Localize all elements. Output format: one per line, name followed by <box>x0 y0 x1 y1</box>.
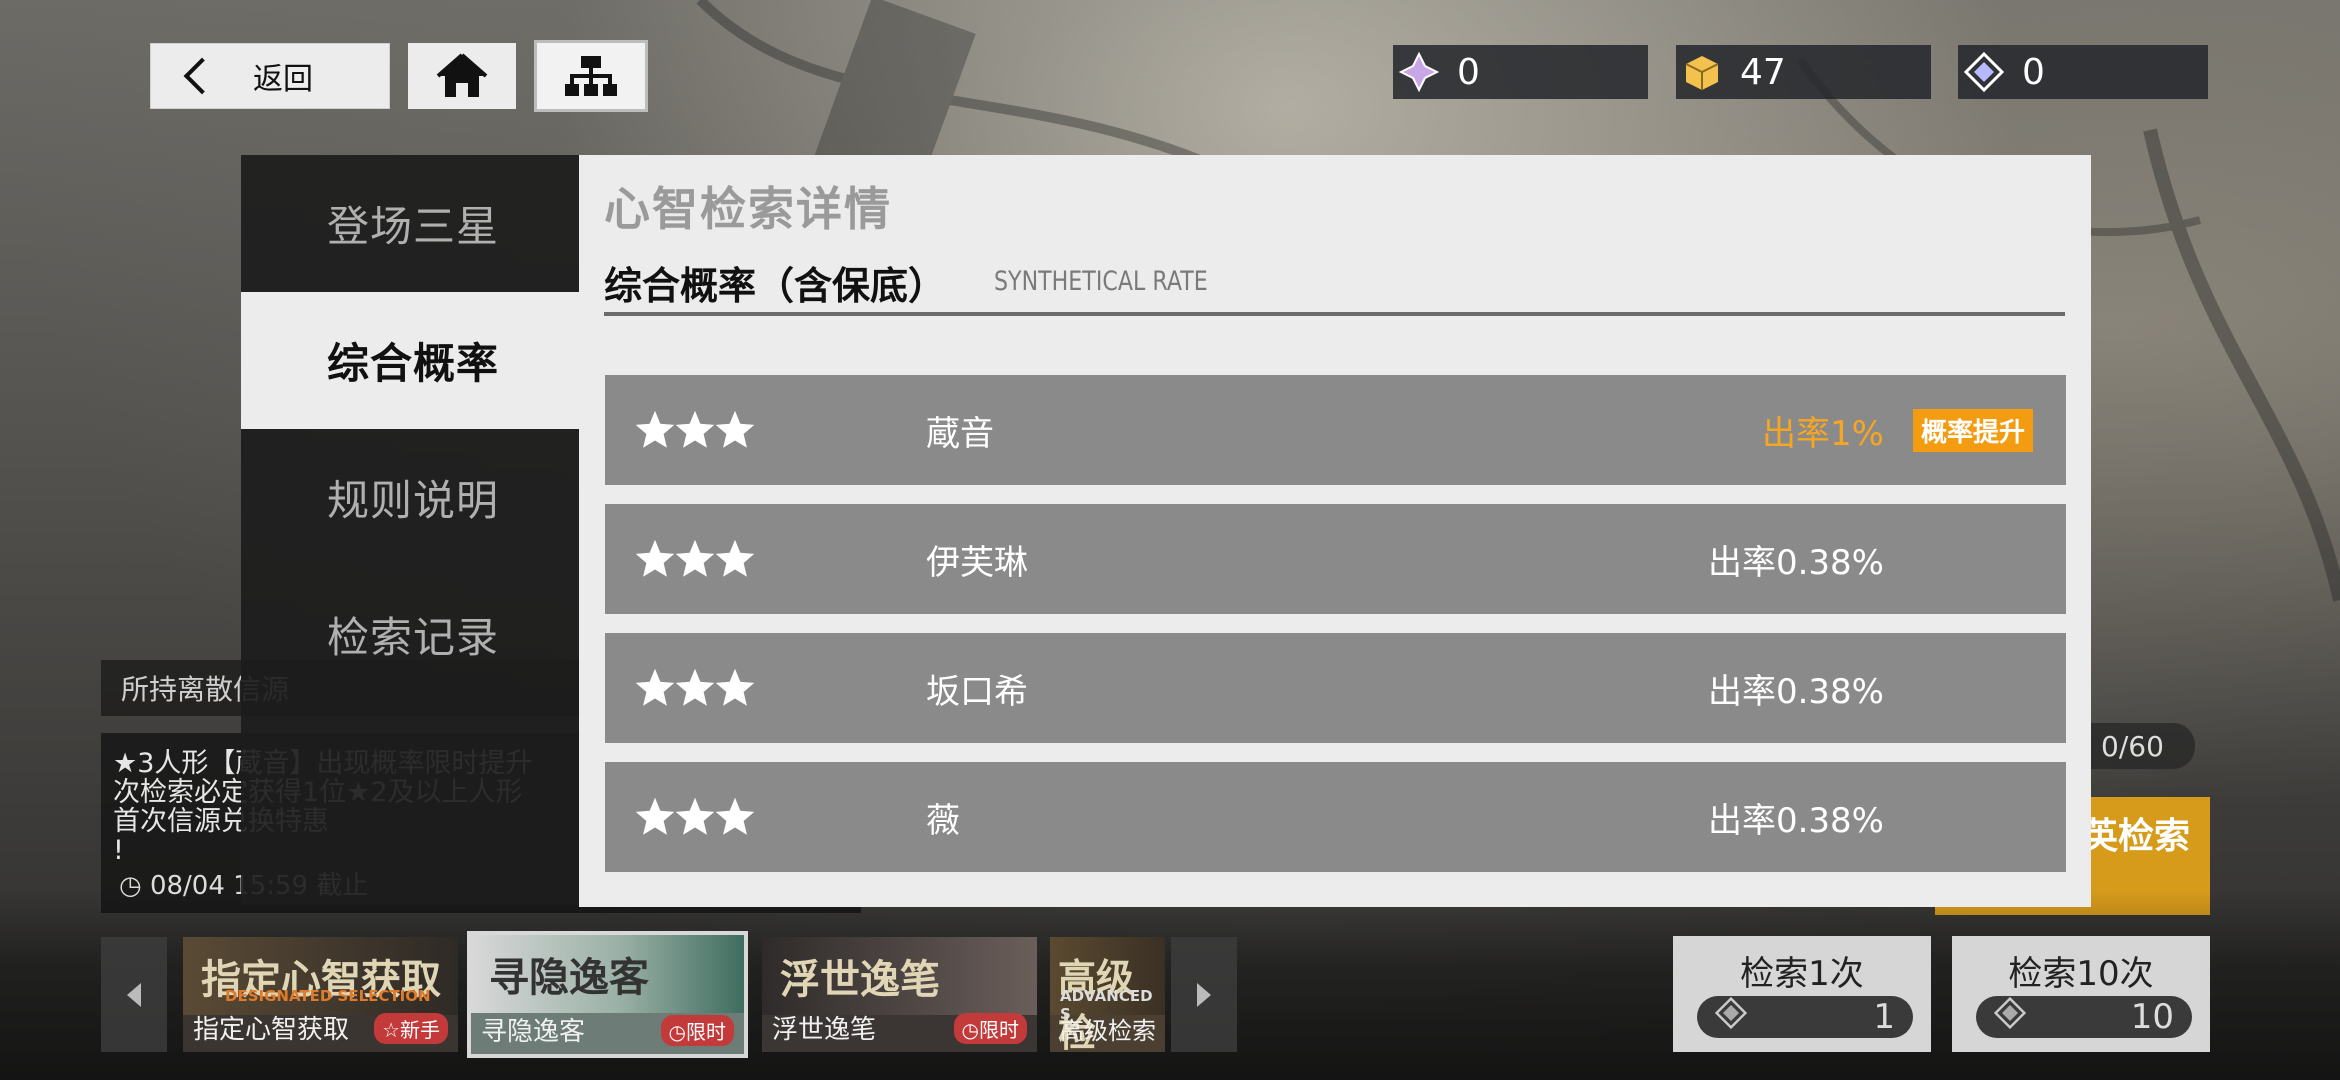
banner-title: 浮世逸笔 <box>780 956 940 1003</box>
banner-label: 寻隐逸客 <box>481 1017 586 1047</box>
rate-value: 出率0.38% <box>1707 800 1884 841</box>
rate-value: 出率0.38% <box>1707 542 1884 583</box>
star-icon <box>635 410 675 448</box>
diamond-token-icon <box>1993 996 2027 1038</box>
banner-label: 高级检索 <box>1060 1017 1156 1045</box>
pull-once-button[interactable]: 检索1次 1 <box>1673 936 1931 1052</box>
home-icon <box>436 53 488 97</box>
resource-crystal: 0 <box>1393 45 1648 99</box>
star-icon <box>675 410 715 448</box>
rate-row: 薇 出率0.38% <box>605 762 2066 872</box>
nav-item-rules[interactable]: 规则说明 <box>241 429 579 566</box>
banner-advanced[interactable]: 高级检 ADVANCED S 高级检索 <box>1050 937 1165 1052</box>
supply-box-icon <box>1682 52 1722 92</box>
rate-detail-panel: 心智检索详情 综合概率（含保底） SYNTHETICAL RATE 蔵音 出率1… <box>579 155 2091 907</box>
banner-prev-button[interactable] <box>101 937 167 1052</box>
star-icon <box>635 539 675 577</box>
banner-label: 指定心智获取 <box>193 1015 350 1045</box>
banner-title: 寻隐逸客 <box>489 954 649 1001</box>
panel-subtitle: 综合概率（含保底） <box>604 264 947 308</box>
banner-designated[interactable]: 指定心智获取 DESIGNATED SELECTION 指定心智获取 ☆新手 <box>183 937 458 1052</box>
panel-title: 心智检索详情 <box>604 182 892 236</box>
nav-item-label: 登场三星 <box>327 202 500 251</box>
arrow-left-icon <box>127 982 141 1007</box>
nav-item-featured[interactable]: 登场三星 <box>241 155 579 292</box>
rate-row: 蔵音 出率1% 概率提升 <box>605 375 2066 485</box>
banner-next-button[interactable] <box>1171 937 1237 1052</box>
star-icon <box>635 668 675 706</box>
banner-fushi[interactable]: 浮世逸笔 浮世逸笔 ◷限时 <box>762 937 1037 1052</box>
hierarchy-button[interactable] <box>534 40 648 112</box>
banner-tag: ◷限时 <box>953 1013 1027 1044</box>
supply-value: 47 <box>1740 51 1786 93</box>
pull-once-label: 检索1次 <box>1740 954 1864 994</box>
rate-row: 坂口希 出率0.38% <box>605 633 2066 743</box>
pull-once-cost: 1 <box>1697 996 1913 1038</box>
nav-item-label: 规则说明 <box>327 476 500 525</box>
chevron-left-icon <box>183 57 221 95</box>
rate-value: 出率0.38% <box>1707 671 1884 712</box>
rate-up-badge: 概率提升 <box>1912 408 2033 452</box>
back-label: 返回 <box>253 62 313 97</box>
banner-title-en: DESIGNATED SELECTION <box>225 987 431 1005</box>
banner-tag: ◷限时 <box>660 1015 734 1046</box>
side-nav: 登场三星 综合概率 规则说明 检索记录 <box>241 155 579 905</box>
star-icon <box>675 539 715 577</box>
star-icon <box>635 797 675 835</box>
resource-token: 0 <box>1958 45 2208 99</box>
star-icon <box>715 410 755 448</box>
pull-ten-button[interactable]: 检索10次 10 <box>1952 936 2210 1052</box>
diamond-token-icon <box>1964 52 2004 92</box>
character-name: 蔵音 <box>926 413 994 454</box>
character-name: 薇 <box>926 800 960 841</box>
divider <box>604 312 2065 316</box>
crystal-value: 0 <box>1457 51 1480 93</box>
star-icon <box>675 668 715 706</box>
pull-ten-cost-value: 10 <box>2130 997 2174 1037</box>
banner-xunyin[interactable]: 寻隐逸客 寻隐逸客 ◷限时 <box>467 931 748 1058</box>
star-rating <box>633 633 755 743</box>
panel-subtitle-en: SYNTHETICAL RATE <box>994 266 1208 297</box>
arrow-right-icon <box>1197 982 1211 1007</box>
elite-search-label: 英检索 <box>2081 816 2190 857</box>
star-rating <box>633 762 755 872</box>
rate-row: 伊芙琳 出率0.38% <box>605 504 2066 614</box>
star-icon <box>715 539 755 577</box>
nav-item-label: 检索记录 <box>327 613 500 662</box>
pull-ten-cost: 10 <box>1976 996 2192 1038</box>
pull-ten-label: 检索10次 <box>2008 954 2154 994</box>
nav-item-history[interactable]: 检索记录 <box>241 566 579 703</box>
token-value: 0 <box>2022 51 2045 93</box>
crystal-icon <box>1399 52 1439 92</box>
diamond-token-icon <box>1714 996 1748 1038</box>
pull-once-cost-value: 1 <box>1873 997 1895 1037</box>
star-icon <box>715 797 755 835</box>
rate-value: 出率1% <box>1762 413 1884 454</box>
star-icon <box>715 668 755 706</box>
star-rating <box>633 504 755 614</box>
character-name: 坂口希 <box>926 671 1028 712</box>
hierarchy-icon <box>565 56 617 96</box>
banner-label: 浮世逸笔 <box>772 1015 877 1045</box>
character-name: 伊芙琳 <box>926 542 1028 583</box>
home-button[interactable] <box>408 43 516 109</box>
banner-tag: ☆新手 <box>374 1013 448 1044</box>
nav-item-label: 综合概率 <box>327 339 500 388</box>
back-button[interactable]: 返回 <box>150 43 390 109</box>
star-rating <box>633 375 755 485</box>
star-icon <box>675 797 715 835</box>
nav-item-rates[interactable]: 综合概率 <box>241 292 579 429</box>
resource-supply: 47 <box>1676 45 1931 99</box>
